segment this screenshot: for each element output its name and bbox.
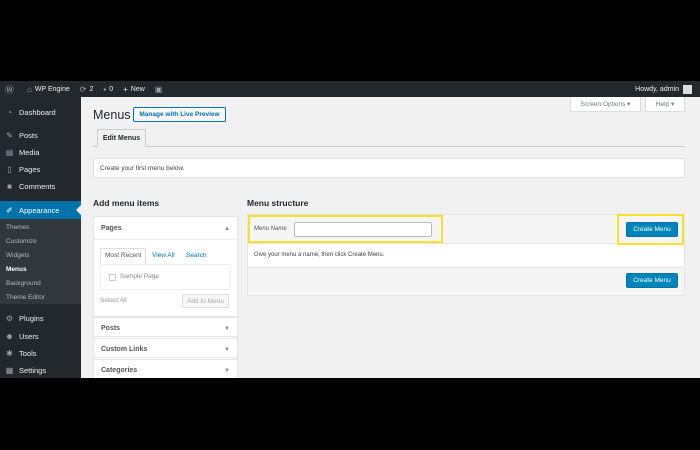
- tabs-divider: [93, 146, 685, 147]
- collapse-arrow-icon[interactable]: ▲: [224, 226, 230, 232]
- tab-view-all[interactable]: View All: [152, 252, 175, 259]
- media-icon: ▤: [5, 148, 14, 157]
- submenu-item-menus[interactable]: Menus: [6, 266, 27, 273]
- posts-accordion[interactable]: Posts ▼: [93, 317, 238, 337]
- plugin-icon: ⚙: [5, 314, 14, 323]
- submenu-item-background[interactable]: Background: [6, 280, 41, 287]
- submenu-item-theme-editor[interactable]: Theme Editor: [6, 294, 45, 301]
- live-preview-button[interactable]: Manage with Live Preview: [133, 107, 226, 122]
- pin-icon: ✎: [6, 131, 13, 140]
- comment-icon: ■: [7, 182, 12, 191]
- tab-edit-menus[interactable]: Edit Menus: [97, 129, 146, 147]
- avatar[interactable]: [683, 84, 692, 94]
- expand-arrow-icon: ▼: [224, 347, 230, 353]
- appearance-submenu: Themes Customize Widgets Menus Backgroun…: [0, 219, 81, 304]
- new-label: New: [130, 85, 145, 93]
- add-menu-items-heading: Add menu items: [93, 198, 160, 208]
- settings-icon: ▦: [5, 366, 14, 375]
- menu-footer: [248, 267, 684, 295]
- custom-links-accordion[interactable]: Custom Links ▼: [93, 338, 238, 358]
- sidebar-item-label: Dashboard: [19, 108, 56, 117]
- accordion-title-categories: Categories: [101, 367, 138, 374]
- add-to-menu-button[interactable]: Add to Menu: [182, 294, 229, 308]
- sidebar-item-label: Appearance: [19, 205, 60, 215]
- user-greeting[interactable]: Howdy, admin: [635, 86, 679, 93]
- sidebar-item-plugins[interactable]: ⚙ Plugins: [0, 310, 81, 327]
- sidebar-item-label: Tools: [19, 349, 37, 358]
- dashboard-icon: ◔: [7, 108, 12, 117]
- comments-link[interactable]: ▪ 0: [98, 81, 118, 97]
- menu-name-highlight: [248, 215, 443, 243]
- menu-structure-heading: Menu structure: [247, 198, 309, 208]
- expand-arrow-icon: ▼: [224, 326, 230, 332]
- wrench-icon: ✱: [6, 349, 13, 358]
- help-button[interactable]: Help ▾: [645, 97, 685, 112]
- menu-name-hint: Give your menu a name, then click Create…: [254, 252, 385, 258]
- wordpress-icon: Ⓦ: [5, 84, 15, 95]
- sidebar-item-label: Plugins: [19, 314, 44, 323]
- sidebar-item-dashboard[interactable]: ◔ Dashboard: [0, 104, 81, 121]
- updates-link[interactable]: ⟳ 2: [75, 81, 99, 97]
- select-all-link[interactable]: Select All: [100, 297, 127, 304]
- home-icon: ⌂: [27, 84, 32, 94]
- categories-accordion[interactable]: Categories ▼: [93, 359, 238, 378]
- site-name-link[interactable]: ⌂ WP Engine: [22, 81, 75, 97]
- wpengine-link[interactable]: ▣: [150, 81, 171, 97]
- submenu-item-themes[interactable]: Themes: [6, 224, 29, 231]
- screen-options-button[interactable]: Screen Options ▾: [570, 97, 641, 112]
- page-title: Menus: [93, 108, 131, 122]
- sidebar-item-appearance[interactable]: ✐ Appearance: [0, 201, 81, 219]
- page-icon: ▯: [7, 165, 12, 174]
- accordion-title-pages[interactable]: Pages: [101, 225, 122, 232]
- brush-icon: ✐: [6, 205, 13, 215]
- comments-count: 0: [109, 85, 114, 93]
- accordion-title-custom-links: Custom Links: [101, 346, 148, 353]
- sidebar-item-settings[interactable]: ▦ Settings: [0, 362, 81, 378]
- pages-list-panel: Sample Page: [100, 264, 231, 290]
- create-menu-button-bottom[interactable]: Create Menu: [626, 273, 678, 288]
- sidebar-item-users[interactable]: ☻ Users: [0, 328, 81, 345]
- expand-arrow-icon: ▼: [224, 368, 230, 374]
- tab-most-recent[interactable]: Most Recent: [105, 252, 142, 259]
- wpengine-icon: ▣: [154, 84, 163, 94]
- sidebar-item-posts[interactable]: ✎ Posts: [0, 127, 81, 144]
- active-menu-arrow: [76, 205, 81, 215]
- divider: [94, 239, 237, 240]
- admin-sidebar: ◔ Dashboard ✎ Posts ▤ Media ▯ Pages ■ Co…: [0, 97, 81, 378]
- wordpress-logo-button[interactable]: Ⓦ: [0, 81, 22, 97]
- submenu-item-customize[interactable]: Customize: [6, 238, 37, 245]
- users-icon: ☻: [5, 332, 14, 341]
- sidebar-item-label: Posts: [19, 131, 38, 140]
- tab-search[interactable]: Search: [186, 252, 207, 259]
- submenu-item-widgets[interactable]: Widgets: [6, 252, 29, 259]
- sidebar-item-label: Settings: [19, 366, 47, 375]
- admin-bar: Ⓦ ⌂ WP Engine ⟳ 2 ▪ 0 + New ▣ Howdy, adm…: [0, 81, 700, 97]
- sidebar-item-pages[interactable]: ▯ Pages: [0, 161, 81, 178]
- sidebar-item-label: Pages: [19, 165, 41, 174]
- sidebar-item-comments[interactable]: ■ Comments: [0, 178, 81, 195]
- accordion-title-posts: Posts: [101, 325, 121, 332]
- sidebar-item-label: Comments: [19, 182, 56, 191]
- sidebar-item-tools[interactable]: ✱ Tools: [0, 345, 81, 362]
- updates-count: 2: [89, 85, 94, 93]
- sample-page-label: Sample Page: [120, 273, 160, 280]
- updates-icon: ⟳: [79, 84, 87, 94]
- notice-bar: Create your first menu below.: [93, 158, 685, 178]
- site-name: WP Engine: [34, 85, 70, 93]
- sidebar-item-media[interactable]: ▤ Media: [0, 144, 81, 161]
- sidebar-item-label: Media: [19, 148, 40, 157]
- create-menu-highlight: [617, 214, 684, 245]
- comment-bubble-icon: ▪: [103, 84, 107, 94]
- plus-icon: +: [123, 84, 128, 94]
- sidebar-item-label: Users: [19, 332, 39, 341]
- sample-page-checkbox[interactable]: [109, 274, 116, 281]
- wp-admin-frame: Ⓦ ⌂ WP Engine ⟳ 2 ▪ 0 + New ▣ Howdy, adm…: [0, 81, 700, 378]
- new-content-link[interactable]: + New: [118, 81, 150, 97]
